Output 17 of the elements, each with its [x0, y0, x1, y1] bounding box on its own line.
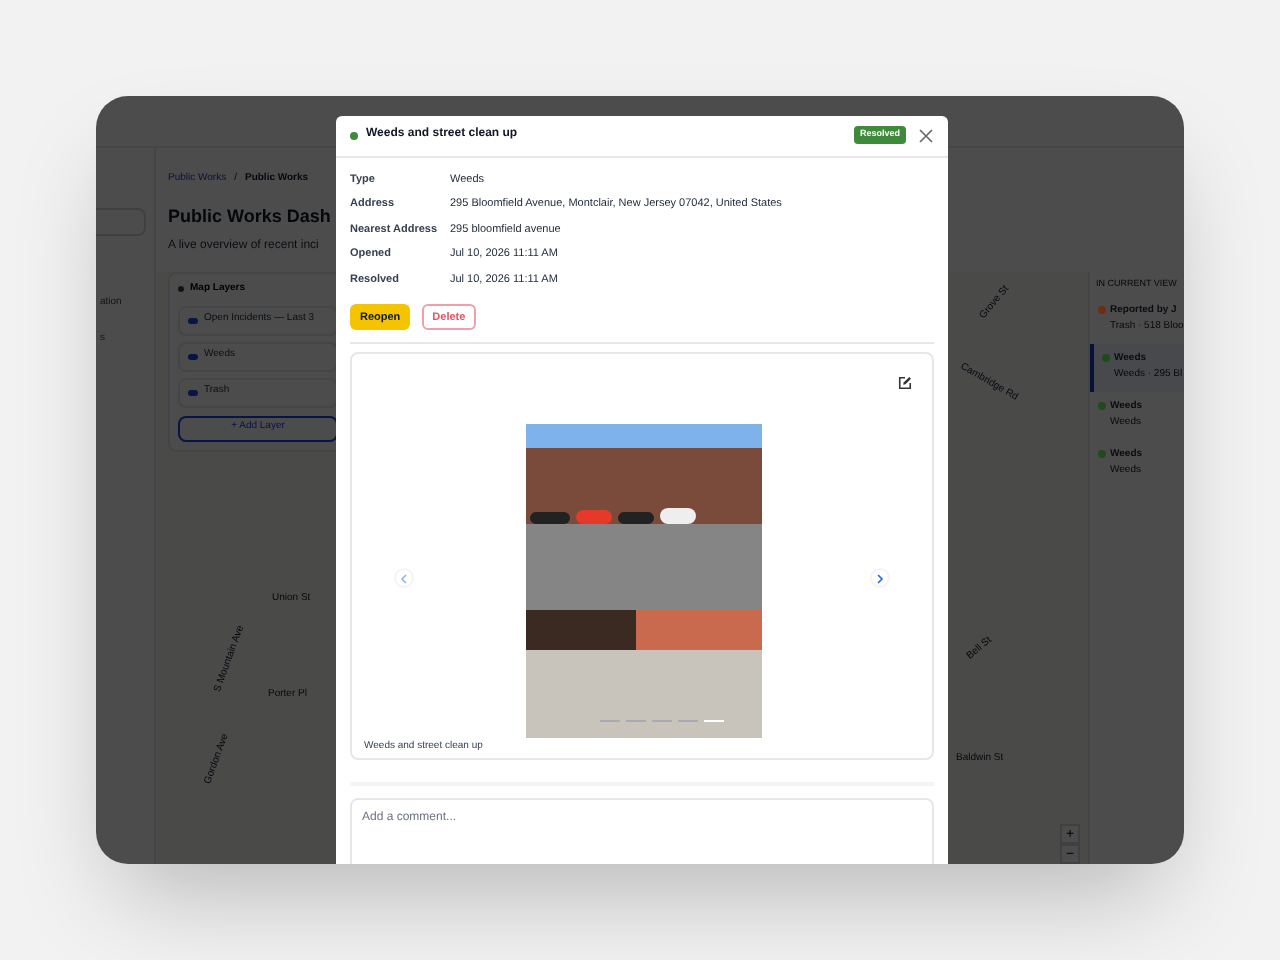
- carousel-indicator[interactable]: [600, 720, 620, 723]
- previous-button[interactable]: [394, 568, 414, 589]
- parked-car: [618, 512, 654, 525]
- page-title: Public Works Dash: [168, 203, 331, 229]
- chevron-left-icon: [400, 573, 408, 584]
- parked-car: [530, 512, 570, 525]
- soil-patch: [526, 610, 636, 651]
- carousel-indicator[interactable]: [652, 720, 672, 723]
- carousel-indicator[interactable]: [704, 720, 724, 723]
- edit-icon[interactable]: [898, 376, 912, 391]
- carousel-indicator[interactable]: [626, 720, 646, 723]
- parked-car: [660, 508, 696, 525]
- parked-car: [576, 510, 612, 525]
- chevron-right-icon: [876, 573, 884, 584]
- carousel-indicator[interactable]: [678, 720, 698, 723]
- next-button[interactable]: [870, 568, 890, 589]
- close-icon[interactable]: [918, 127, 934, 144]
